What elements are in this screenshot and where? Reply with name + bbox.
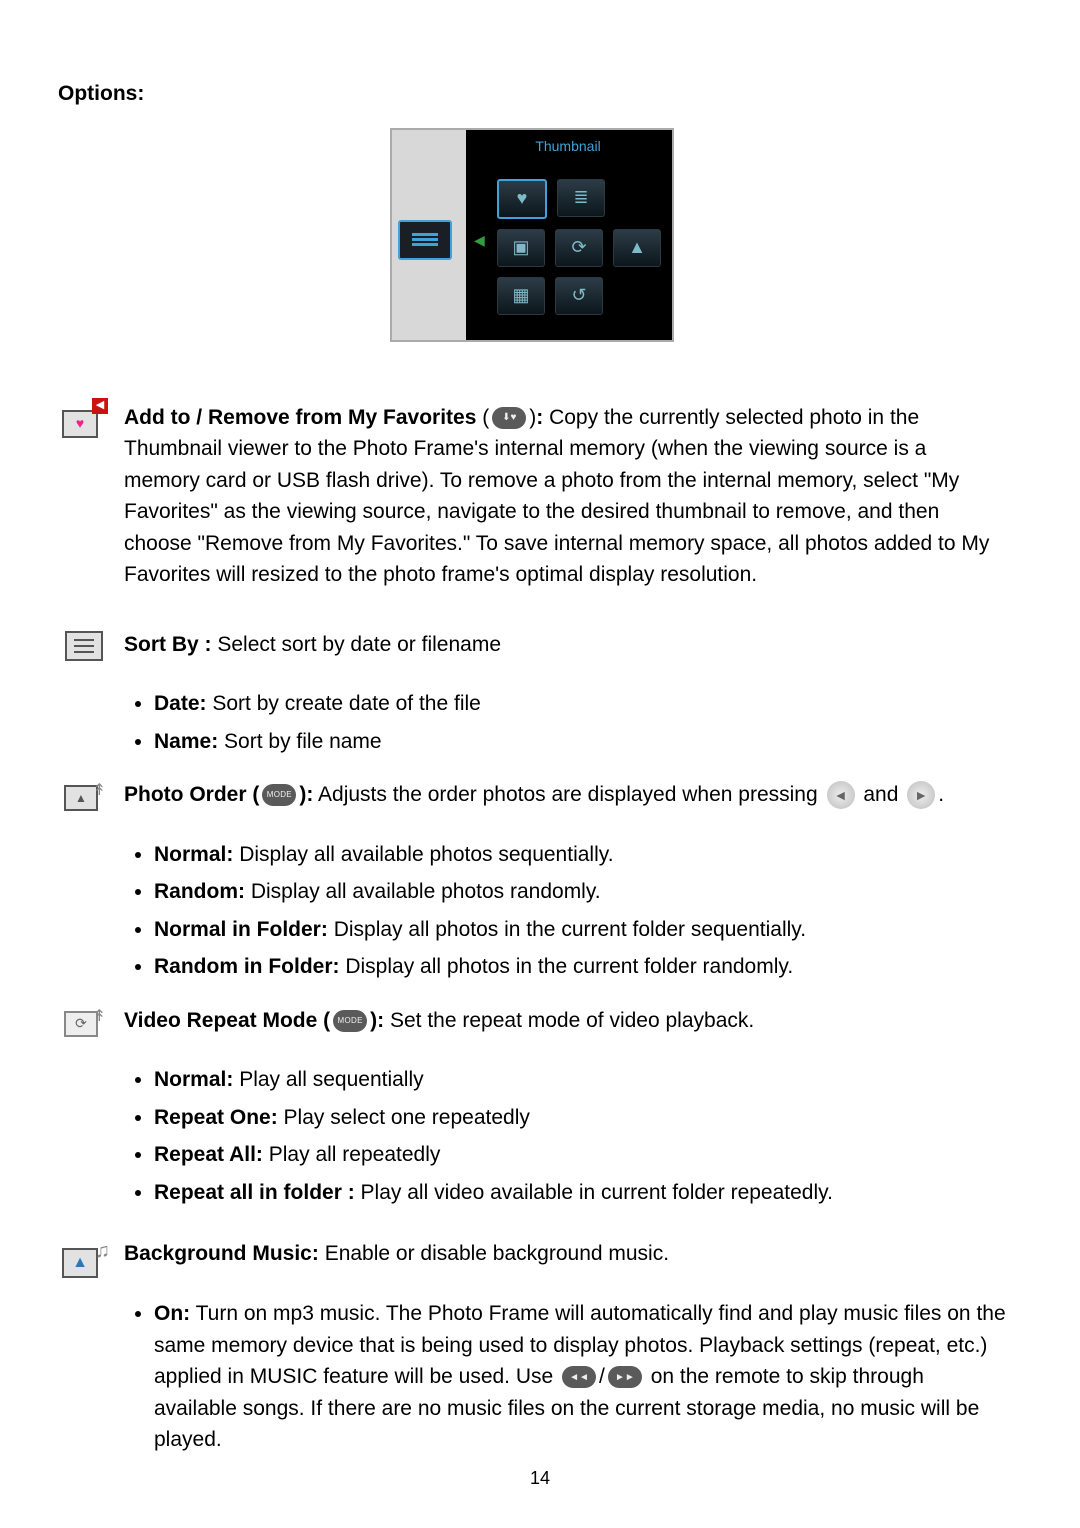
grid-cell: ♥ [497,179,547,219]
page-number: 14 [0,1465,1080,1492]
mode-pill-icon: MODE [333,1010,367,1032]
list-item: Repeat One: Play select one repeatedly [154,1102,1006,1134]
sortby-body: Select sort by date or filename [212,633,501,656]
thumbnail-screenshot: ◀ Thumbnail ♥ ≣ ▣ ⟳ ▲ ▦ ↺ [58,128,1006,342]
favorites-body: Copy the currently selected photo in the… [124,406,989,587]
list-item: Repeat all in folder : Play all video av… [154,1177,1006,1209]
arrow-left-icon: ◀ [474,230,485,251]
list-item: Repeat All: Play all repeatedly [154,1139,1006,1171]
thumbnail-title: Thumbnail [470,136,666,157]
bgmusic-heading: Background Music: [124,1242,319,1265]
page-title: Options: [58,78,1006,110]
grid-cell: ▣ [497,229,545,267]
skip-back-pill-icon: ◄◄ [562,1366,596,1388]
skip-forward-pill-icon: ►► [608,1366,642,1388]
sortby-list: Date: Sort by create date of the file Na… [58,688,1006,757]
videorepeat-paragraph: Video Repeat Mode (MODE): Set the repeat… [124,1005,1006,1037]
list-item: Normal in Folder: Display all photos in … [154,914,1006,946]
favorites-paragraph: Add to / Remove from My Favorites (⬇♥): … [124,402,1006,591]
next-nav-icon: ► [907,781,935,809]
list-item: Random: Display all available photos ran… [154,876,1006,908]
sortby-paragraph: Sort By : Select sort by date or filenam… [124,629,1006,661]
grid-cell: ▲ [613,229,661,267]
list-item: Normal: Display all available photos seq… [154,839,1006,871]
photoorder-list: Normal: Display all available photos seq… [58,839,1006,983]
grid-cell: ↺ [555,277,603,315]
list-item: Normal: Play all sequentially [154,1064,1006,1096]
heart-pill-icon: ⬇♥ [492,407,526,429]
video-repeat-icon: ⟳↟ [58,1005,110,1037]
videorepeat-heading: Video Repeat Mode ( [124,1009,330,1032]
background-music-icon: ▲♫ [58,1238,110,1278]
sort-icon [58,629,110,661]
mode-pill-icon: MODE [262,784,296,806]
bgmusic-body: Enable or disable background music. [319,1242,669,1265]
list-item: On: Turn on mp3 music. The Photo Frame w… [154,1298,1006,1456]
sortby-heading: Sort By : [124,633,212,656]
photoorder-heading: Photo Order ( [124,783,259,806]
list-item: Random in Folder: Display all photos in … [154,951,1006,983]
grid-cell: ≣ [557,179,605,217]
videorepeat-list: Normal: Play all sequentially Repeat One… [58,1064,1006,1208]
list-item: Date: Sort by create date of the file [154,688,1006,720]
favorites-icon: ♥◀ [58,402,110,438]
grid-cell: ▦ [497,277,545,315]
photo-order-icon: ▲↟ [58,779,110,811]
photoorder-paragraph: Photo Order (MODE): Adjusts the order ph… [124,779,1006,811]
favorites-heading: Add to / Remove from My Favorites [124,406,476,429]
grid-cell: ⟳ [555,229,603,267]
prev-nav-icon: ◄ [827,781,855,809]
bgmusic-list: On: Turn on mp3 music. The Photo Frame w… [58,1298,1006,1456]
photoorder-body: Adjusts the order photos are displayed w… [313,783,823,806]
bgmusic-paragraph: Background Music: Enable or disable back… [124,1238,1006,1270]
list-item: Name: Sort by file name [154,726,1006,758]
videorepeat-body: Set the repeat mode of video playback. [384,1009,754,1032]
